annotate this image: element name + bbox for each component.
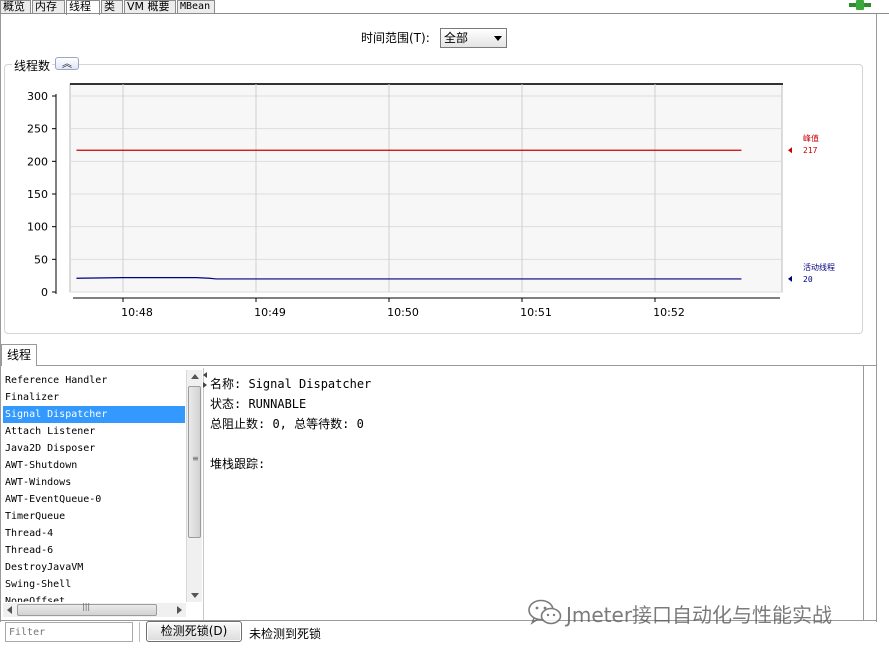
- thread-list-item[interactable]: Swing-Shell: [3, 576, 185, 593]
- thread-list-item[interactable]: Thread-4: [3, 525, 185, 542]
- legend-marker: [788, 275, 792, 282]
- double-chevron-up-icon: ︽: [62, 59, 72, 70]
- legend-name: 活动线程: [803, 262, 835, 272]
- thread-list-item[interactable]: AWT-EventQueue-0: [3, 491, 185, 508]
- threads-subtab[interactable]: 线程: [1, 344, 37, 366]
- thread-list-item[interactable]: Reference Handler: [3, 372, 185, 389]
- legend-marker: [788, 147, 792, 154]
- x-tick-label: 10:49: [254, 306, 286, 319]
- deadlock-status: 未检测到死锁: [249, 627, 322, 641]
- thread-details: 名称: Signal Dispatcher 状态: RUNNABLE 总阻止数:…: [210, 374, 371, 474]
- tab-classes[interactable]: 类: [101, 0, 123, 14]
- y-tick-label: 250: [27, 123, 48, 136]
- connection-plug-icon[interactable]: [849, 0, 871, 10]
- split-divider[interactable]: [203, 368, 204, 620]
- tab-vm-summary[interactable]: VM 概要: [124, 0, 176, 14]
- thread-list-item[interactable]: Signal Dispatcher: [3, 406, 185, 423]
- legend-value: 217: [803, 146, 818, 155]
- toolbar-separator: [139, 622, 140, 642]
- legend-value: 20: [803, 275, 813, 284]
- panel-title: 线程数: [12, 57, 53, 74]
- splitter-arrows-icon[interactable]: [203, 372, 209, 392]
- tab-overview[interactable]: 概览: [0, 0, 31, 14]
- thread-list-item[interactable]: DestroyJavaVM: [3, 559, 185, 576]
- wechat-icon: [528, 599, 562, 625]
- watermark-text: Jmeter接口自动化与性能实战: [566, 602, 833, 627]
- y-tick-label: 50: [34, 253, 48, 266]
- thread-list-item[interactable]: Attach Listener: [3, 423, 185, 440]
- hscroll-thumb[interactable]: |||: [17, 602, 157, 616]
- thread-list-item[interactable]: AWT-Windows: [3, 474, 185, 491]
- y-tick-label: 200: [27, 155, 48, 168]
- tab-memory[interactable]: 内存: [32, 0, 65, 14]
- chart-grid: [69, 83, 783, 293]
- thread-name: 名称: Signal Dispatcher: [210, 377, 372, 391]
- thread-list-item[interactable]: Java2D Disposer: [3, 440, 185, 457]
- y-tick-label: 100: [27, 221, 48, 234]
- detect-deadlock-button[interactable]: 检测死锁(D): [146, 621, 242, 642]
- time-range-label: 时间范围(T):: [361, 31, 430, 45]
- thread-list-vscrollbar[interactable]: ≡: [186, 370, 202, 602]
- scroll-right-arrow-icon[interactable]: [177, 606, 182, 614]
- time-range-select[interactable]: 全部: [440, 28, 507, 48]
- thread-list-item[interactable]: NoneOffset: [3, 593, 185, 602]
- x-tick-label: 10:52: [653, 306, 685, 319]
- tab-strip: 概览 内存 线程 类 VM 概要 MBean: [0, 0, 889, 15]
- vscroll-thumb[interactable]: ≡: [188, 386, 201, 538]
- filter-input[interactable]: [5, 622, 133, 642]
- x-tick-label: 10:51: [520, 306, 552, 319]
- plot-area: [69, 83, 783, 293]
- legend-name: 峰值: [803, 133, 819, 143]
- stack-trace-label: 堆栈跟踪:: [210, 457, 266, 471]
- scroll-down-arrow-icon[interactable]: [191, 593, 199, 598]
- chart-legend: 峰值 217 活动线程 20: [788, 133, 835, 284]
- tab-mbean[interactable]: MBean: [177, 0, 215, 14]
- thread-list-item[interactable]: Finalizer: [3, 389, 185, 406]
- x-tick-label: 10:48: [121, 306, 153, 319]
- x-tick-label: 10:50: [387, 306, 419, 319]
- thread-list[interactable]: Reference Handler Finalizer Signal Dispatc…: [3, 372, 185, 602]
- thread-list-item[interactable]: TimerQueue: [3, 508, 185, 525]
- thread-list-item[interactable]: AWT-Shutdown: [3, 457, 185, 474]
- threads-panel-right: [863, 365, 864, 621]
- watermark: Jmeter接口自动化与性能实战: [528, 598, 832, 628]
- y-tick-label: 150: [27, 188, 48, 201]
- thread-state: 状态: RUNNABLE: [210, 397, 307, 411]
- time-range-value: 全部: [444, 31, 469, 45]
- collapse-button[interactable]: ︽: [55, 57, 79, 70]
- y-tick-label: 0: [41, 286, 48, 299]
- x-axis: 10:48 10:49 10:50 10:51 10:52: [73, 297, 780, 319]
- y-tick-label: 300: [27, 90, 48, 103]
- tab-strip-border: [0, 13, 889, 14]
- thread-list-item[interactable]: Thread-6: [3, 542, 185, 559]
- dropdown-arrow-icon: [494, 36, 502, 41]
- y-axis: 0 50 100 150 200 250 300: [27, 90, 57, 299]
- threads-tab-border: [37, 365, 877, 366]
- thread-counts: 总阻止数: 0, 总等待数: 0: [210, 417, 364, 431]
- thread-list-hscrollbar[interactable]: |||: [3, 602, 186, 617]
- thread-count-chart: 050100150200250300 10:48 10:49 10:50 10:51 1…: [27, 83, 835, 319]
- scroll-up-arrow-icon[interactable]: [191, 374, 199, 379]
- scroll-left-arrow-icon[interactable]: [7, 606, 12, 614]
